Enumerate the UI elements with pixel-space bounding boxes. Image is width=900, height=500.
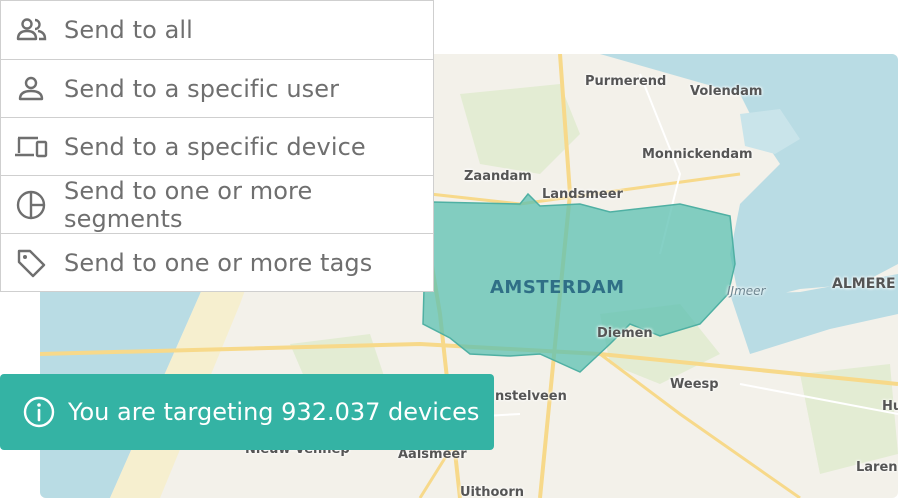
place-almere: ALMERE (832, 276, 896, 292)
place-purmerend: Purmerend (585, 74, 667, 89)
send-to-segments-option[interactable]: Send to one or more segments (0, 175, 434, 234)
place-hu: Hu (882, 399, 898, 414)
people-icon (14, 13, 48, 47)
tag-icon (14, 246, 48, 280)
send-to-device-option[interactable]: Send to a specific device (0, 117, 434, 176)
person-icon (14, 72, 48, 106)
place-diemen: Diemen (597, 326, 653, 341)
place-weesp: Weesp (670, 377, 719, 392)
pie-chart-icon (14, 188, 48, 222)
info-icon (22, 395, 56, 429)
place-monnickendam: Monnickendam (642, 147, 753, 162)
place-amstelveen: nstelveen (495, 389, 567, 404)
place-uithoorn: Uithoorn (460, 485, 525, 498)
place-ijmeer: IJmeer (727, 284, 766, 298)
send-to-tags-label: Send to one or more tags (64, 248, 373, 277)
send-to-tags-option[interactable]: Send to one or more tags (0, 233, 434, 292)
place-landsmeer: Landsmeer (542, 187, 623, 202)
send-target-menu: Send to all Send to a specific user Send… (0, 0, 434, 292)
place-laren: Laren (856, 460, 898, 475)
place-amsterdam: AMSTERDAM (490, 277, 625, 298)
send-to-device-label: Send to a specific device (64, 132, 366, 161)
targeting-count-banner: You are targeting 932.037 devices (0, 374, 494, 450)
place-zaandam: Zaandam (464, 169, 532, 184)
devices-icon (14, 130, 48, 164)
place-volendam: Volendam (690, 84, 763, 99)
send-to-segments-label: Send to one or more segments (64, 176, 313, 233)
send-to-all-option[interactable]: Send to all (0, 0, 434, 60)
send-to-user-option[interactable]: Send to a specific user (0, 59, 434, 118)
send-to-user-label: Send to a specific user (64, 74, 340, 103)
send-to-all-label: Send to all (64, 16, 193, 44)
targeting-count-text: You are targeting 932.037 devices (68, 398, 480, 426)
